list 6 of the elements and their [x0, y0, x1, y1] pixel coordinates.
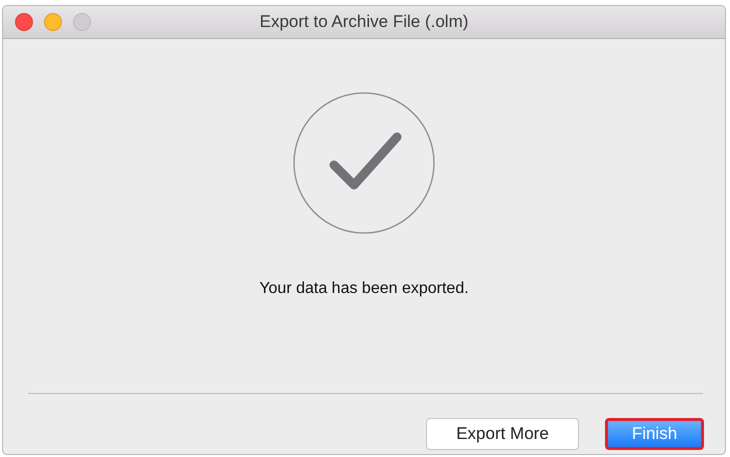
export-more-button[interactable]: Export More: [426, 418, 579, 450]
window-title: Export to Archive File (.olm): [260, 12, 468, 32]
minimize-icon[interactable]: [44, 13, 62, 31]
close-icon[interactable]: [15, 13, 33, 31]
checkmark-icon: [293, 92, 435, 234]
status-message: Your data has been exported.: [259, 280, 469, 298]
